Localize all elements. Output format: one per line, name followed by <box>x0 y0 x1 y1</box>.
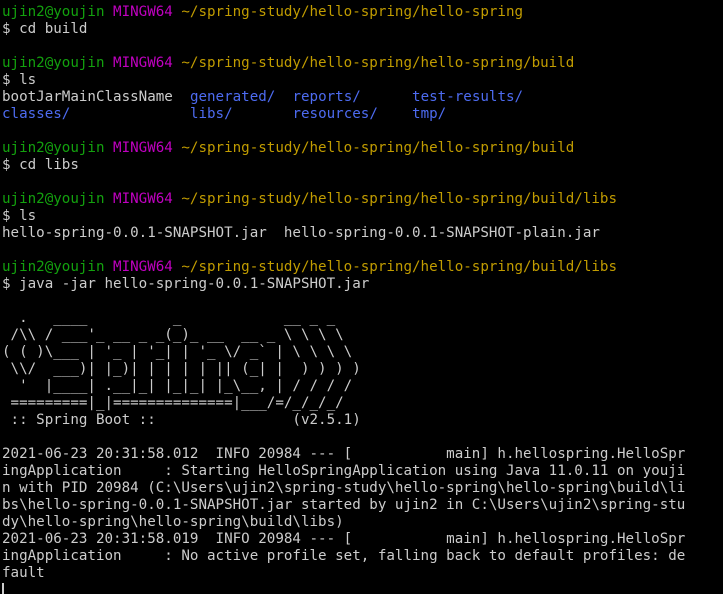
output-text: ( ( )\___ | '_ | '_| | '_ \/ _` | \ \ \ … <box>2 344 353 360</box>
output-text: 2021-06-23 20:31:58.019 INFO 20984 --- [… <box>2 531 686 547</box>
command-line: $ cd libs <box>0 157 723 174</box>
output-text: ' |____| .__|_| |_|_| |_\__, | / / / / <box>2 378 353 394</box>
output-line: hello-spring-0.0.1-SNAPSHOT.jar hello-sp… <box>0 225 723 242</box>
output-text: hello-spring-0.0.1-SNAPSHOT.jar hello-sp… <box>2 225 600 241</box>
output-line: . ____ _ __ _ _ <box>0 310 723 327</box>
prompt-user-host: ujin2@youjin <box>2 140 105 156</box>
ls-output-row: bootJarMainClassName generated/ reports/… <box>0 89 723 106</box>
output-text: :: Spring Boot :: (v2.5.1) <box>2 412 361 428</box>
output-text: 2021-06-23 20:31:58.012 INFO 20984 --- [… <box>2 446 686 462</box>
prompt-user-host: ujin2@youjin <box>2 259 105 275</box>
directory-entry: test-results/ <box>412 89 524 105</box>
output-line: ' |____| .__|_| |_|_| |_\__, | / / / / <box>0 378 723 395</box>
directory-entry: classes/ <box>2 106 71 122</box>
command-text: $ cd libs <box>2 157 79 173</box>
prompt-line: ujin2@youjin MINGW64 ~/spring-study/hell… <box>0 259 723 276</box>
output-line: 2021-06-23 20:31:58.012 INFO 20984 --- [… <box>0 446 723 463</box>
output-text: ingApplication : No active profile set, … <box>2 548 686 564</box>
prompt-line: ujin2@youjin MINGW64 ~/spring-study/hell… <box>0 55 723 72</box>
output-line: n with PID 20984 (C:\Users\ujin2\spring-… <box>0 480 723 497</box>
command-text: $ ls <box>2 208 37 224</box>
directory-entry: generated/ <box>189 89 276 105</box>
prompt-path: ~/spring-study/hello-spring/hello-spring… <box>181 259 618 275</box>
output-line: ingApplication : No active profile set, … <box>0 548 723 565</box>
prompt-path: ~/spring-study/hello-spring/hello-spring <box>181 4 524 20</box>
cursor-line <box>0 582 723 594</box>
output-text: n with PID 20984 (C:\Users\ujin2\spring-… <box>2 480 686 496</box>
prompt-line: ujin2@youjin MINGW64 ~/spring-study/hell… <box>0 4 723 21</box>
directory-entry: reports/ <box>292 89 361 105</box>
command-text: $ ls <box>2 72 37 88</box>
output-line: /\\ / ___'_ __ _ _(_)_ __ __ _ \ \ \ \ <box>0 327 723 344</box>
text-cursor <box>2 583 4 594</box>
command-line: $ java -jar hello-spring-0.0.1-SNAPSHOT.… <box>0 276 723 293</box>
output-line: \\/ ___)| |_)| | | | | || (_| | ) ) ) ) <box>0 361 723 378</box>
prompt-system: MINGW64 <box>113 140 173 156</box>
output-text: bs\hello-spring-0.0.1-SNAPSHOT.jar start… <box>2 497 686 513</box>
output-text: /\\ / ___'_ __ _ _(_)_ __ __ _ \ \ \ \ <box>2 327 344 343</box>
prompt-user-host: ujin2@youjin <box>2 55 105 71</box>
terminal-window[interactable]: ujin2@youjin MINGW64 ~/spring-study/hell… <box>0 0 723 594</box>
output-line: dy\hello-spring\hello-spring\build\libs) <box>0 514 723 531</box>
command-text: $ java -jar hello-spring-0.0.1-SNAPSHOT.… <box>2 276 370 292</box>
directory-entry: libs/ <box>189 106 233 122</box>
prompt-path: ~/spring-study/hello-spring/hello-spring… <box>181 140 575 156</box>
output-text: dy\hello-spring\hello-spring\build\libs) <box>2 514 344 530</box>
output-text: ingApplication : Starting HelloSpringApp… <box>2 463 686 479</box>
output-text: fault <box>2 565 45 581</box>
output-line: :: Spring Boot :: (v2.5.1) <box>0 412 723 429</box>
output-text: \\/ ___)| |_)| | | | | || (_| | ) ) ) ) <box>2 361 361 377</box>
command-line: $ ls <box>0 208 723 225</box>
prompt-system: MINGW64 <box>113 259 173 275</box>
ls-output-row: classes/ libs/ resources/ tmp/ <box>0 106 723 123</box>
output-line: fault <box>0 565 723 582</box>
prompt-system: MINGW64 <box>113 4 173 20</box>
file-entry: bootJarMainClassName <box>2 89 173 105</box>
command-line: $ ls <box>0 72 723 89</box>
prompt-line: ujin2@youjin MINGW64 ~/spring-study/hell… <box>0 140 723 157</box>
command-line: $ cd build <box>0 21 723 38</box>
directory-entry: tmp/ <box>412 106 447 122</box>
directory-entry: resources/ <box>292 106 378 122</box>
output-text: =========|_|==============|___/=/_/_/_/ <box>2 395 344 411</box>
prompt-user-host: ujin2@youjin <box>2 191 105 207</box>
command-text: $ cd build <box>2 21 88 37</box>
output-line: ingApplication : Starting HelloSpringApp… <box>0 463 723 480</box>
output-line: bs\hello-spring-0.0.1-SNAPSHOT.jar start… <box>0 497 723 514</box>
prompt-path: ~/spring-study/hello-spring/hello-spring… <box>181 55 575 71</box>
output-line: 2021-06-23 20:31:58.019 INFO 20984 --- [… <box>0 531 723 548</box>
output-text: . ____ _ __ _ _ <box>2 310 336 326</box>
prompt-user-host: ujin2@youjin <box>2 4 105 20</box>
prompt-system: MINGW64 <box>113 191 173 207</box>
output-line: ( ( )\___ | '_ | '_| | '_ \/ _` | \ \ \ … <box>0 344 723 361</box>
output-line: =========|_|==============|___/=/_/_/_/ <box>0 395 723 412</box>
prompt-line: ujin2@youjin MINGW64 ~/spring-study/hell… <box>0 191 723 208</box>
prompt-path: ~/spring-study/hello-spring/hello-spring… <box>181 191 618 207</box>
prompt-system: MINGW64 <box>113 55 173 71</box>
